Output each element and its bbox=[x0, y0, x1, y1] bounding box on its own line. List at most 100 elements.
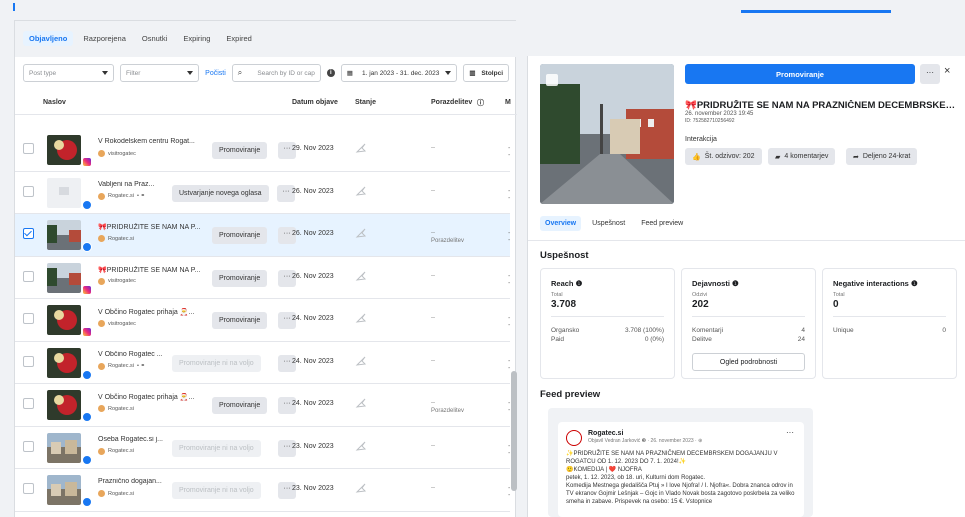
search-input[interactable]: ⌕ Search by ID or cap bbox=[231, 64, 321, 82]
post-title[interactable]: V Občino Rogatec prihaja 🎅... bbox=[98, 393, 206, 401]
reach-total-value: 3.708 bbox=[551, 299, 577, 310]
search-placeholder: Search by ID or cap bbox=[257, 69, 315, 77]
reach-title: Reach ❶ bbox=[551, 279, 583, 288]
row-checkbox[interactable] bbox=[23, 355, 34, 367]
top-accent-right bbox=[741, 10, 891, 13]
table-header: Naslov Datum objave Stanje Porazdelitev … bbox=[15, 91, 517, 115]
post-date: 24. Nov 2023 bbox=[292, 400, 334, 407]
scrollbar[interactable] bbox=[511, 371, 517, 491]
table-row[interactable]: Vabljeni na Praz... Rogatec.si • ⚭ Ustva… bbox=[15, 171, 511, 214]
view-details-button[interactable]: Ogled podrobnosti bbox=[692, 353, 805, 371]
row-checkbox[interactable] bbox=[23, 270, 34, 282]
more-options-button[interactable]: ··· bbox=[920, 64, 940, 84]
post-type-label: Post type bbox=[29, 69, 57, 77]
feed-page-name: Rogatec.si bbox=[588, 430, 624, 437]
row-checkbox[interactable] bbox=[23, 228, 34, 239]
col-stanje[interactable]: Stanje bbox=[355, 99, 376, 106]
chevron-down-icon bbox=[445, 71, 452, 75]
row-checkbox[interactable] bbox=[23, 185, 34, 197]
row-checkbox[interactable] bbox=[23, 143, 34, 154]
comments-pill[interactable]: ▰ 4 komentarjev bbox=[768, 148, 836, 165]
col-naslov[interactable]: Naslov bbox=[43, 99, 66, 106]
row-checkbox[interactable] bbox=[23, 440, 34, 452]
col-datum[interactable]: Datum objave bbox=[292, 99, 338, 106]
more-icon[interactable]: ··· bbox=[786, 428, 794, 437]
post-title[interactable]: 🎀PRIDRUŽITE SE NAM NA P... bbox=[98, 266, 206, 274]
instagram-icon bbox=[82, 327, 92, 337]
distribution-cell: -- Porazdelitev bbox=[431, 230, 465, 244]
tab-overview[interactable]: Overview bbox=[540, 216, 582, 231]
table-row[interactable]: V Rokodelskem centru Rogat... visitrogat… bbox=[15, 129, 510, 172]
promote-button: Promoviranje ni na voljo bbox=[172, 354, 261, 372]
reactions-pill[interactable]: 👍 Št. odzivov: 202 bbox=[685, 148, 762, 165]
m-cell: -- bbox=[508, 230, 511, 244]
promote-button[interactable]: Promoviranje bbox=[212, 312, 268, 329]
feed-text: ✨PRIDRUŽITE SE NAM NA PRAZNIČNEM DECEMBR… bbox=[566, 451, 795, 505]
col-m[interactable]: M bbox=[505, 99, 511, 106]
shares-pill[interactable]: ➦ Deljeno 24-krat bbox=[846, 148, 918, 165]
post-date: 24. Nov 2023 bbox=[292, 315, 334, 322]
columns-button[interactable]: ▥ Stolpci bbox=[463, 64, 509, 82]
divider bbox=[833, 316, 946, 317]
status-icon bbox=[355, 313, 367, 323]
account-avatar bbox=[98, 320, 105, 327]
tab-osnutki[interactable]: Osnutki bbox=[136, 31, 173, 46]
facebook-icon bbox=[82, 412, 92, 422]
promote-button[interactable]: Promoviranje bbox=[212, 397, 268, 414]
close-button[interactable]: × bbox=[944, 65, 950, 77]
status-icon bbox=[355, 441, 367, 451]
table-row[interactable]: Praznično dogajan... Rogatec.si Promovir… bbox=[15, 469, 510, 512]
post-title[interactable]: V Občino Rogatec prihaja 🎅... bbox=[98, 308, 206, 316]
row-checkbox[interactable] bbox=[23, 398, 34, 409]
distribution-cell: -- bbox=[431, 187, 435, 194]
promote-button[interactable]: Promoviranje bbox=[212, 142, 268, 159]
filter-select[interactable]: Filter bbox=[120, 64, 200, 82]
m-cell: -- bbox=[508, 357, 511, 372]
post-account: visitrogatec bbox=[98, 320, 136, 327]
tab-uspesnost[interactable]: Uspešnost bbox=[587, 216, 630, 231]
top-bar bbox=[0, 0, 965, 14]
post-type-select[interactable]: Post type bbox=[23, 64, 115, 82]
table-row[interactable]: V Občino Rogatec ... Rogatec.si • ⚭ Prom… bbox=[15, 341, 511, 384]
promote-button[interactable]: Promoviranje bbox=[212, 227, 268, 244]
tab-expired[interactable]: Expired bbox=[220, 31, 257, 46]
post-id: ID: 752582710256492 bbox=[685, 118, 735, 124]
post-account: Rogatec.si • ⚭ bbox=[98, 192, 145, 200]
reset-filters-link[interactable]: Počisti bbox=[205, 70, 226, 77]
account-avatar bbox=[98, 150, 105, 157]
facebook-icon bbox=[82, 199, 92, 210]
facebook-icon bbox=[82, 369, 92, 380]
tab-feed-preview[interactable]: Feed preview bbox=[636, 216, 688, 231]
col-porazdelitev[interactable]: Porazdelitev bbox=[431, 99, 472, 106]
feed-preview: ··· Rogatec.si Objavil Vedran Jarković ❸… bbox=[548, 408, 813, 517]
post-title[interactable]: 🎀PRIDRUŽITE SE NAM NA P... bbox=[98, 223, 206, 231]
post-thumbnail bbox=[47, 390, 81, 420]
post-date: 26. Nov 2023 bbox=[292, 187, 334, 195]
post-date: 24. Nov 2023 bbox=[292, 357, 334, 365]
distribution-cell: -- bbox=[431, 357, 435, 364]
date-range-select[interactable]: ▦ 1. jan 2023 - 31. dec. 2023 bbox=[340, 64, 458, 82]
table-row[interactable]: 🎀PRIDRUŽITE SE NAM NA P... visitrogatec … bbox=[15, 256, 510, 299]
promote-button[interactable]: Promoviranje bbox=[212, 269, 268, 287]
post-thumbnail bbox=[47, 305, 81, 335]
post-account: Rogatec.si bbox=[98, 447, 134, 455]
instagram-icon bbox=[82, 284, 92, 295]
post-date: 26. Nov 2023 bbox=[292, 272, 334, 280]
post-date: 23. Nov 2023 bbox=[292, 485, 334, 492]
tab-expiring[interactable]: Expiring bbox=[177, 31, 216, 46]
promote-button[interactable]: Ustvarjanje novega oglasa bbox=[172, 184, 269, 202]
tab-objavljeno[interactable]: Objavljeno bbox=[23, 31, 74, 46]
row-checkbox[interactable] bbox=[23, 313, 34, 324]
table-row[interactable]: Oseba Rogatec.si j... Rogatec.si Promovi… bbox=[15, 426, 510, 469]
promote-button[interactable]: Promoviranje bbox=[685, 64, 915, 84]
row-checkbox[interactable] bbox=[23, 483, 34, 494]
post-title[interactable]: V Rokodelskem centru Rogat... bbox=[98, 138, 206, 145]
m-cell: -- bbox=[508, 187, 511, 202]
divider bbox=[528, 240, 965, 241]
negative-card: Negative interactions ❶ Total 0 Unique 0 bbox=[822, 268, 957, 379]
table-row[interactable]: V Občino Rogatec prihaja 🎅... Rogatec.si… bbox=[15, 384, 510, 427]
table-row[interactable]: V Občino Rogatec prihaja 🎅... visitrogat… bbox=[15, 299, 510, 342]
info-icon: ⓘ bbox=[477, 99, 484, 107]
tab-razporejena[interactable]: Razporejena bbox=[77, 31, 132, 46]
table-row[interactable]: 🎀PRIDRUŽITE SE NAM NA P... Rogatec.si Pr… bbox=[15, 214, 510, 257]
